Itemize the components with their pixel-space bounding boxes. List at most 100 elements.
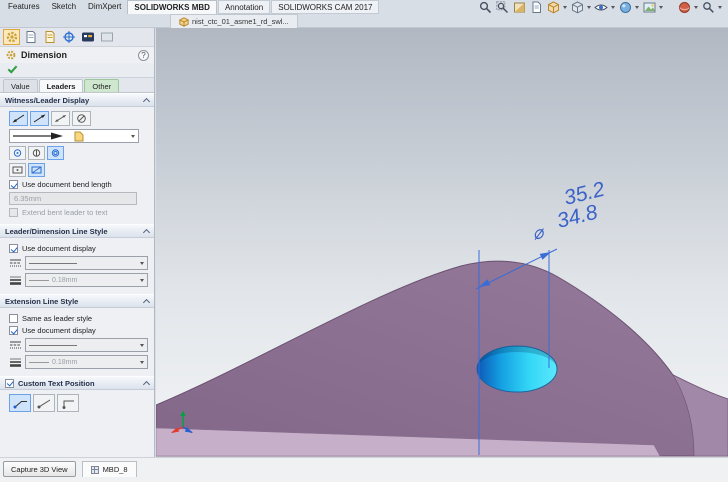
line-thickness-value: 0.18mm bbox=[52, 359, 77, 366]
document-tab-bar: nist_ctc_01_asme1_rd_swl... bbox=[0, 14, 728, 28]
custom-text-position-content bbox=[0, 390, 154, 419]
panel-body: Witness/Leader Display bbox=[0, 93, 154, 419]
use-document-display-checkbox[interactable]: Use document display bbox=[9, 244, 148, 253]
dimxpertmanager-tab-icon[interactable] bbox=[41, 29, 58, 45]
zoom-fit-icon[interactable] bbox=[478, 1, 492, 14]
part-icon bbox=[179, 17, 189, 27]
tab-value[interactable]: Value bbox=[3, 79, 38, 92]
extension-line-style-content: Same as leader style Use document displa… bbox=[0, 308, 154, 376]
collapse-chevron-icon[interactable] bbox=[143, 380, 150, 387]
apply-scene-icon[interactable] bbox=[642, 1, 656, 14]
tab-other[interactable]: Other bbox=[84, 79, 119, 92]
collapse-chevron-icon[interactable] bbox=[143, 298, 150, 305]
section-leader-dimension-line-style[interactable]: Leader/Dimension Line Style bbox=[0, 224, 154, 238]
collapse-chevron-icon[interactable] bbox=[143, 228, 150, 235]
command-tabs-bar: Features Sketch DimXpert SOLIDWORKS MBD … bbox=[0, 0, 728, 14]
leader-straight-button[interactable] bbox=[9, 163, 26, 177]
diameter-symbol: ⌀ bbox=[530, 221, 547, 244]
custom-text-position-checkbox[interactable] bbox=[5, 379, 14, 388]
section-view-icon[interactable] bbox=[512, 1, 526, 14]
displaymanager-tab-target-icon[interactable] bbox=[60, 29, 77, 45]
command-tab-strip: Features Sketch DimXpert SOLIDWORKS MBD … bbox=[0, 0, 379, 14]
edit-appearance-icon[interactable] bbox=[618, 1, 632, 14]
leader-display-buttons bbox=[9, 163, 148, 177]
line-style-caret-icon bbox=[140, 262, 144, 265]
section-title: Witness/Leader Display bbox=[5, 96, 89, 105]
dimension-lower-value[interactable]: 34.8 bbox=[555, 201, 601, 233]
display-style-caret-icon[interactable] bbox=[587, 6, 591, 9]
use-document-bend-length-checkbox[interactable]: Use document bend length bbox=[9, 180, 148, 189]
checkbox-icon bbox=[9, 180, 18, 189]
line-thickness-value: 0.18mm bbox=[52, 277, 77, 284]
arrowhead-position-buttons bbox=[9, 146, 148, 160]
arrowhead-inside-button[interactable] bbox=[28, 146, 45, 160]
document-tab-label: nist_ctc_01_asme1_rd_swl... bbox=[192, 17, 289, 26]
options-sphere-icon[interactable] bbox=[677, 1, 691, 14]
display-style-icon[interactable] bbox=[570, 1, 584, 14]
tab-sketch[interactable]: Sketch bbox=[46, 0, 82, 14]
tab-solidworks-mbd[interactable]: SOLIDWORKS MBD bbox=[127, 0, 217, 14]
panel-title: Dimension bbox=[21, 50, 67, 60]
ext-line-thickness-combo: 0.18mm bbox=[25, 355, 148, 369]
ext-line-thickness-row: 0.18mm bbox=[9, 355, 148, 369]
view-tab-label: MBD_8 bbox=[103, 465, 128, 474]
apply-scene-caret-icon[interactable] bbox=[659, 6, 663, 9]
search-caret-icon[interactable] bbox=[718, 6, 722, 9]
checkbox-icon bbox=[9, 314, 18, 323]
configurationmanager-tab-icon[interactable] bbox=[22, 29, 39, 45]
view-orientation-caret-icon[interactable] bbox=[563, 6, 567, 9]
hide-show-items-icon[interactable] bbox=[594, 1, 608, 14]
mbd-dark-tab-icon[interactable] bbox=[79, 29, 96, 45]
dimension-gear-icon bbox=[5, 49, 17, 61]
graphics-viewport[interactable]: ⌀ 35.2 34.8 bbox=[156, 28, 728, 457]
document-tab[interactable]: nist_ctc_01_asme1_rd_swl... bbox=[170, 14, 298, 28]
text-position-buttons bbox=[9, 394, 148, 412]
broken-leader-horizontal-text-button[interactable] bbox=[9, 394, 31, 412]
ok-row bbox=[0, 63, 154, 78]
section-extension-line-style[interactable]: Extension Line Style bbox=[0, 294, 154, 308]
leader-both-button[interactable] bbox=[51, 111, 70, 126]
tab-leaders[interactable]: Leaders bbox=[39, 79, 84, 92]
capture-3d-view-button[interactable]: Capture 3D View bbox=[3, 461, 76, 477]
broken-leader-aligned-text-button[interactable] bbox=[33, 394, 55, 412]
search-icon[interactable] bbox=[701, 1, 715, 14]
leader-bent-button[interactable] bbox=[28, 163, 45, 177]
line-style-icon bbox=[9, 339, 22, 351]
hide-show-caret-icon[interactable] bbox=[611, 6, 615, 9]
section-title: Custom Text Position bbox=[18, 379, 95, 388]
help-icon[interactable]: ? bbox=[138, 50, 149, 61]
witness-leader-content: Use document bend length 6.35mm Extend b… bbox=[0, 107, 154, 224]
bent-leader-text-button[interactable] bbox=[57, 394, 79, 412]
collapse-chevron-icon[interactable] bbox=[143, 97, 150, 104]
tab-features[interactable]: Features bbox=[2, 0, 46, 14]
same-as-leader-style-checkbox[interactable]: Same as leader style bbox=[9, 314, 148, 323]
tab-annotation[interactable]: Annotation bbox=[218, 0, 270, 14]
arrowhead-smart-button[interactable] bbox=[47, 146, 64, 160]
no-leader-button[interactable] bbox=[72, 111, 91, 126]
section-custom-text-position[interactable]: Custom Text Position bbox=[0, 376, 154, 390]
view-orientation-icon[interactable] bbox=[546, 1, 560, 14]
arrow-style-combo[interactable] bbox=[9, 129, 139, 143]
tab-solidworks-cam[interactable]: SOLIDWORKS CAM 2017 bbox=[271, 0, 379, 14]
propertymanager-tab-gear-icon[interactable] bbox=[3, 29, 20, 45]
section-witness-leader-display[interactable]: Witness/Leader Display bbox=[0, 93, 154, 107]
checkbox-icon bbox=[9, 326, 18, 335]
line-thickness-row: 0.18mm bbox=[9, 273, 148, 287]
more-manager-tab-icon[interactable] bbox=[98, 29, 115, 45]
leader-right-button[interactable] bbox=[30, 111, 49, 126]
view-tab-mbd8[interactable]: MBD_8 bbox=[82, 461, 137, 477]
solidworks-window: Features Sketch DimXpert SOLIDWORKS MBD … bbox=[0, 0, 728, 482]
arrow-style-caret-icon bbox=[131, 135, 135, 138]
options-caret-icon[interactable] bbox=[694, 6, 698, 9]
line-thickness-sample bbox=[29, 362, 49, 363]
zoom-area-icon[interactable] bbox=[495, 1, 509, 14]
leader-left-button[interactable] bbox=[9, 111, 28, 126]
ok-button[interactable] bbox=[8, 63, 18, 73]
arrowhead-outside-button[interactable] bbox=[9, 146, 26, 160]
panel-title-row: Dimension ? bbox=[0, 47, 154, 63]
sheet-icon[interactable] bbox=[529, 1, 543, 14]
use-document-display-checkbox-2[interactable]: Use document display bbox=[9, 326, 148, 335]
tab-dimxpert[interactable]: DimXpert bbox=[82, 0, 127, 14]
part-top-face[interactable] bbox=[156, 261, 728, 456]
edit-appearance-caret-icon[interactable] bbox=[635, 6, 639, 9]
